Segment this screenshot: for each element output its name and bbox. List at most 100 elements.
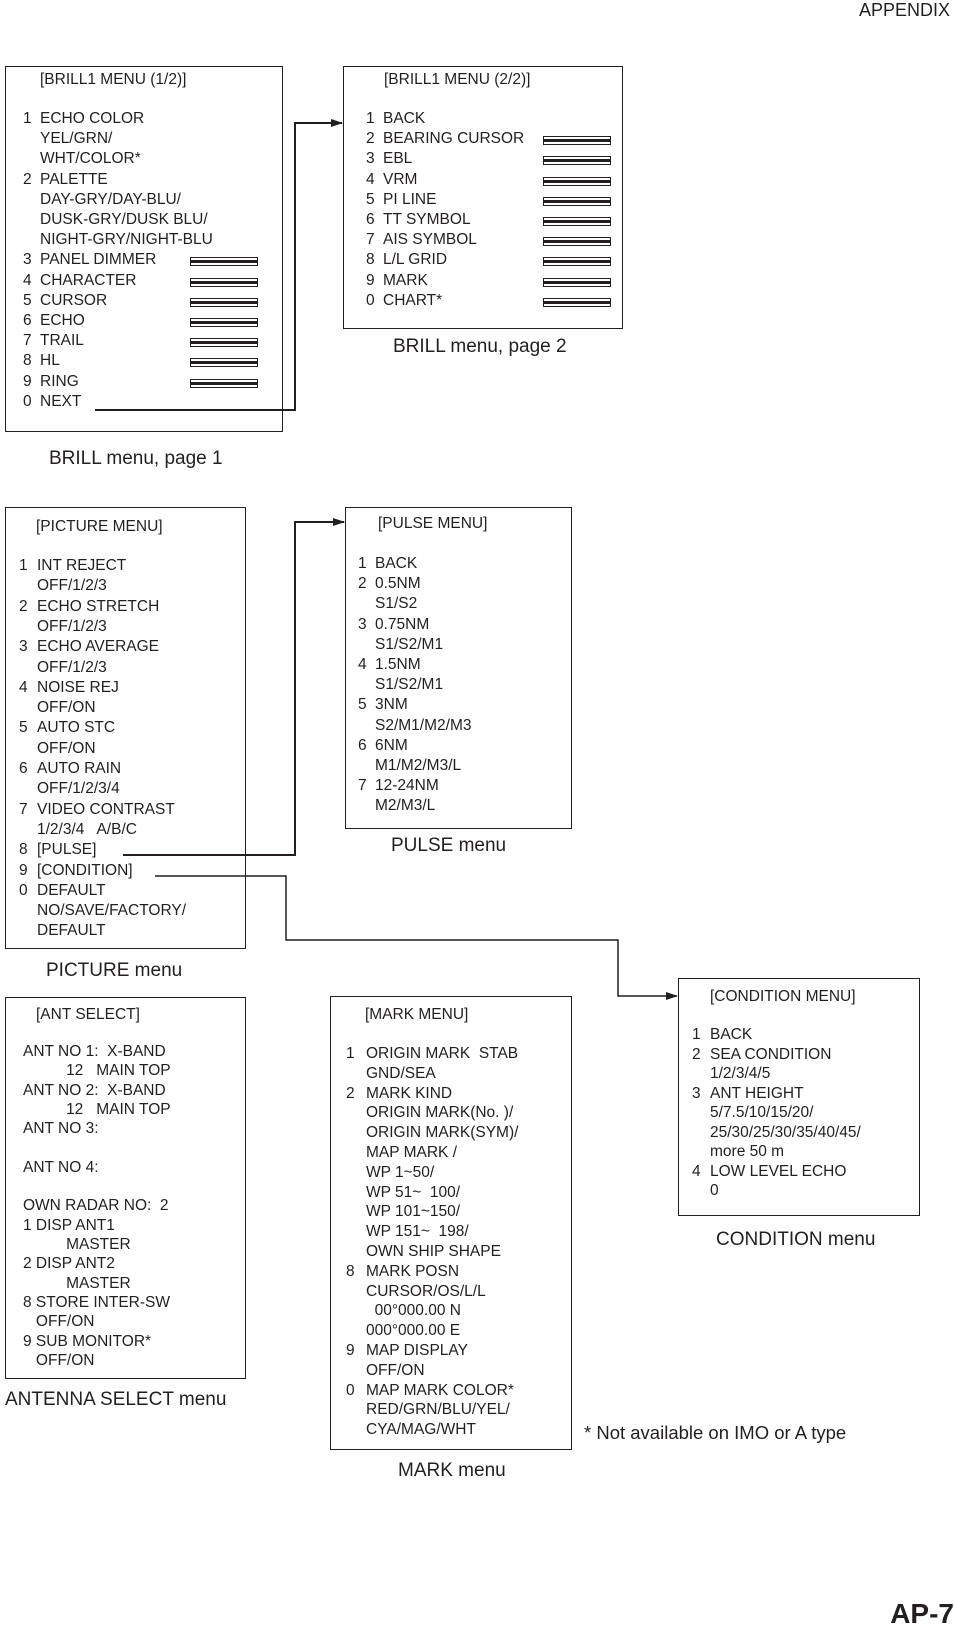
brightness-level-bar[interactable] [190, 318, 258, 327]
brill2-menu-item[interactable]: VRM [383, 170, 417, 190]
mark-menu-item[interactable]: MAP DISPLAY [366, 1341, 468, 1361]
pulse-item-number: 4 [358, 656, 367, 673]
picture-menu-option: OFF/ON [37, 739, 96, 757]
brill2-menu-item[interactable]: PI LINE [383, 190, 436, 210]
condition-menu-item[interactable]: BACK [710, 1025, 752, 1045]
brightness-level-bar[interactable] [543, 156, 611, 166]
brill1-menu-item[interactable]: TRAIL [40, 331, 84, 351]
picture-menu-item[interactable]: AUTO RAIN [37, 759, 121, 779]
mark-menu-option: 00°000.00 N [366, 1302, 461, 1320]
brill1-item-number: 6 [23, 312, 32, 329]
brill1-item-number: 0 [23, 392, 32, 410]
mark-menu-item[interactable]: MAP MARK COLOR* [366, 1381, 514, 1401]
condition-menu-item[interactable]: SEA CONDITION [710, 1045, 831, 1065]
picture-item-number: 4 [19, 678, 28, 696]
mark-menu-option: GND/SEA [366, 1064, 436, 1082]
picture-menu-option: DEFAULT [37, 922, 106, 940]
picture-item-number: 9 [19, 861, 28, 879]
brightness-level-bar[interactable] [543, 196, 611, 206]
brill2-menu-item[interactable]: MARK [383, 271, 428, 291]
picture-menu-item[interactable]: [CONDITION] [37, 861, 133, 881]
brightness-level-bar[interactable] [543, 297, 611, 307]
pulse-item-number: 1 [358, 555, 367, 572]
pulse-menu-item[interactable]: 1.5NM [375, 655, 421, 675]
antenna-select-line: ANT NO 2: X-BAND [23, 1081, 166, 1099]
pulse-menu-option: S1/S2/M1 [375, 676, 444, 694]
picture-menu-option: OFF/1/2/3 [37, 658, 107, 676]
picture-menu-item[interactable]: NOISE REJ [37, 678, 119, 698]
mark-menu-title: [MARK MENU] [365, 1006, 469, 1023]
condition-menu-item[interactable]: LOW LEVEL ECHO [710, 1162, 846, 1182]
picture-menu-item[interactable]: [PULSE] [37, 840, 96, 860]
brill1-menu-item[interactable]: RING [40, 372, 79, 392]
mark-menu-item[interactable]: MARK KIND [366, 1084, 452, 1104]
brill2-menu-item[interactable]: L/L GRID [383, 250, 447, 270]
pulse-menu-item[interactable]: 3NM [375, 695, 408, 715]
picture-menu-item[interactable]: ECHO STRETCH [37, 597, 159, 617]
mark-menu-item[interactable]: ORIGIN MARK STAB [366, 1044, 518, 1064]
brill2-item-number: 3 [366, 150, 375, 168]
pulse-menu-item[interactable]: 6NM [375, 736, 408, 756]
brightness-level-bar[interactable] [190, 378, 258, 388]
brill1-menu-option: YEL/GRN/ [40, 130, 113, 148]
pulse-menu-item[interactable]: 12-24NM [375, 776, 439, 796]
brightness-level-bar[interactable] [543, 237, 611, 247]
brightness-level-bar[interactable] [190, 257, 258, 267]
brightness-level-bar[interactable] [543, 176, 611, 186]
brill1-menu-item[interactable]: ECHO COLOR [40, 109, 144, 129]
page-number: AP-7 [890, 1598, 954, 1629]
picture-item-number: 3 [19, 638, 28, 656]
pulse-menu-item[interactable]: BACK [375, 554, 417, 574]
brill2-menu-item[interactable]: TT SYMBOL [383, 210, 471, 230]
condition-menu-item[interactable]: ANT HEIGHT [710, 1084, 804, 1104]
brill2-item-number: 8 [366, 251, 375, 269]
brill1-menu-item[interactable]: ECHO [40, 311, 85, 331]
brill1-menu-item[interactable]: NEXT [40, 392, 81, 412]
brightness-level-bar[interactable] [190, 277, 258, 287]
antenna-select-line: 8 STORE INTER-SW [23, 1293, 170, 1311]
brill2-item-number: 1 [366, 110, 375, 127]
pulse-menu-option: S1/S2/M1 [375, 635, 444, 653]
brightness-level-bar[interactable] [543, 257, 611, 267]
picture-item-number: 5 [19, 719, 28, 737]
brill1-item-number: 1 [23, 110, 32, 127]
brightness-level-bar[interactable] [543, 277, 611, 287]
picture-menu-item[interactable]: DEFAULT [37, 881, 106, 901]
antenna-select-line: OFF/ON [23, 1351, 95, 1369]
antenna-select-line: ANT NO 3: [23, 1120, 99, 1138]
brill2-menu-item[interactable]: CHART* [383, 291, 442, 311]
mark-item-number: 1 [346, 1045, 355, 1062]
brightness-level-bar[interactable] [190, 358, 258, 368]
picture-item-number: 1 [19, 557, 28, 574]
picture-menu-item[interactable]: INT REJECT [37, 556, 126, 576]
brill2-menu-item[interactable]: BACK [383, 109, 425, 129]
picture-menu-item[interactable]: ECHO AVERAGE [37, 637, 159, 657]
pulse-menu-item[interactable]: 0.75NM [375, 615, 429, 635]
picture-item-number: 0 [19, 881, 28, 899]
brightness-level-bar[interactable] [543, 217, 611, 226]
brightness-level-bar[interactable] [543, 136, 611, 146]
condition-menu-title: [CONDITION MENU] [710, 988, 856, 1005]
antenna-select-caption: ANTENNA SELECT menu [5, 1389, 227, 1410]
brightness-level-bar[interactable] [190, 297, 258, 307]
brill2-menu-item[interactable]: EBL [383, 149, 412, 169]
mark-menu-item[interactable]: MARK POSN [366, 1262, 459, 1282]
antenna-select-line: 9 SUB MONITOR* [23, 1332, 152, 1350]
picture-menu-item[interactable]: VIDEO CONTRAST [37, 800, 175, 820]
brill2-menu-item[interactable]: AIS SYMBOL [383, 230, 477, 250]
brightness-level-bar[interactable] [190, 338, 258, 348]
brill1-menu-item[interactable]: CHARACTER [40, 271, 136, 291]
brill1-menu-item[interactable]: HL [40, 351, 60, 371]
picture-item-number: 8 [19, 841, 28, 859]
brill1-item-number: 2 [23, 170, 32, 188]
brill1-menu-item[interactable]: CURSOR [40, 291, 107, 311]
picture-item-number: 2 [19, 597, 28, 615]
brill2-menu-item[interactable]: BEARING CURSOR [383, 129, 524, 149]
antenna-select-line: 12 MAIN TOP [23, 1062, 171, 1080]
picture-menu-item[interactable]: AUTO STC [37, 718, 115, 738]
antenna-select-line: ANT NO 4: [23, 1158, 99, 1176]
brill1-menu-item[interactable]: PALETTE [40, 170, 108, 190]
brill1-menu-item[interactable]: PANEL DIMMER [40, 250, 156, 270]
pulse-menu-item[interactable]: 0.5NM [375, 574, 421, 594]
condition-menu-option: 25/30/25/30/35/40/45/ [710, 1123, 861, 1141]
